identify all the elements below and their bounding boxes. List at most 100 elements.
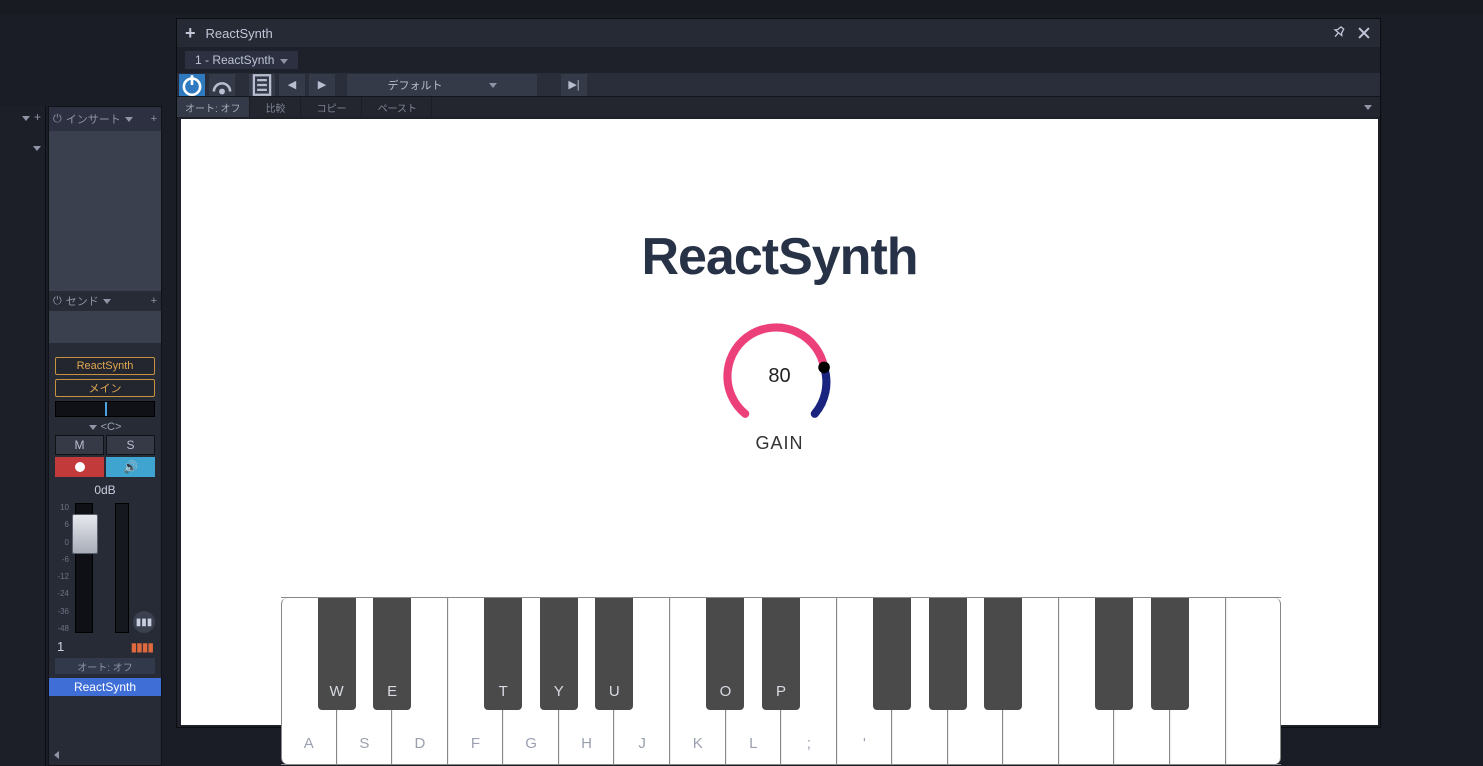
plugin-slot[interactable]: ReactSynth — [55, 357, 155, 375]
output-slot[interactable]: メイン — [55, 379, 155, 397]
close-icon[interactable] — [1356, 25, 1372, 41]
chevron-down-icon[interactable] — [280, 53, 288, 67]
solo-button[interactable]: S — [106, 435, 155, 455]
add-insert-icon[interactable]: + — [151, 113, 157, 125]
chevron-down-icon[interactable] — [1364, 102, 1372, 113]
black-key[interactable] — [929, 598, 967, 710]
insert-label: インサート — [66, 111, 121, 127]
record-arm-button[interactable] — [55, 457, 104, 477]
pan-value: <C> — [101, 421, 122, 433]
plugin-content: ReactSynth 80 GAIN ASDFGHJKL;' WETYUOP — [181, 119, 1378, 725]
monitor-button[interactable]: 🔊 — [106, 457, 155, 477]
compare-button[interactable]: 比較 — [252, 97, 301, 117]
send-header: ⏻ センド + — [49, 291, 161, 311]
chevron-down-icon[interactable] — [22, 110, 30, 124]
white-key[interactable] — [1226, 598, 1282, 764]
automation-mode[interactable]: オート: オフ — [55, 658, 155, 674]
white-key-label: H — [560, 735, 614, 752]
db-readout: 0dB — [49, 483, 161, 497]
track-number: 1 — [57, 639, 64, 654]
prev-preset-button[interactable]: ◀ — [279, 74, 305, 96]
preset-list-button[interactable] — [249, 74, 275, 96]
white-key-label: ; — [782, 735, 836, 752]
pin-icon[interactable] — [1332, 25, 1346, 42]
preset-name: デフォルト — [388, 77, 443, 93]
plugin-window: + ReactSynth 1 - ReactSynth ◀ ▶ デフォルト ▶|… — [176, 18, 1381, 728]
meter-mode-icon[interactable]: ▮▮▮ — [133, 611, 155, 633]
left-rail: + — [0, 106, 46, 766]
send-label: センド — [66, 293, 99, 309]
fader-track[interactable] — [75, 503, 93, 633]
chevron-down-icon[interactable] — [89, 421, 97, 433]
insert-slots[interactable] — [49, 131, 161, 291]
next-preset-button[interactable]: ▶ — [309, 74, 335, 96]
fader-cap[interactable] — [72, 514, 98, 554]
ab-button[interactable] — [209, 74, 235, 96]
black-key[interactable]: P — [762, 598, 800, 710]
chevron-down-icon[interactable] — [125, 113, 133, 125]
speaker-icon: 🔊 — [123, 460, 138, 474]
plugin-title: ReactSynth — [206, 26, 273, 41]
black-key[interactable]: U — [595, 598, 633, 710]
white-key-label: J — [615, 735, 669, 752]
white-key-label: ' — [838, 735, 892, 752]
power-button[interactable] — [179, 74, 205, 96]
white-key-label: K — [671, 735, 725, 752]
power-icon[interactable]: ⏻ — [53, 295, 62, 308]
white-key-label: A — [282, 735, 336, 752]
black-key-label: P — [762, 683, 800, 700]
fader-scale: 1060-6-12-24-36-48 — [55, 503, 69, 633]
insert-header: ⏻ インサート + — [49, 107, 161, 131]
black-key-label: E — [373, 683, 411, 700]
collapse-chevron-icon[interactable] — [54, 748, 59, 762]
black-key[interactable]: O — [706, 598, 744, 710]
timeline-strip — [0, 0, 1483, 14]
add-send-icon[interactable]: + — [151, 295, 157, 307]
black-key[interactable]: E — [373, 598, 411, 710]
chevron-down-icon[interactable] — [103, 295, 111, 307]
white-key-label: L — [727, 735, 781, 752]
white-key-label: S — [338, 735, 392, 752]
black-key[interactable]: T — [484, 598, 522, 710]
black-key[interactable] — [984, 598, 1022, 710]
fader-area: 1060-6-12-24-36-48 ▮▮▮ — [55, 503, 155, 633]
black-key[interactable] — [1095, 598, 1133, 710]
black-key[interactable] — [1151, 598, 1189, 710]
plugin-titlebar[interactable]: + ReactSynth — [177, 19, 1380, 47]
white-key-label: G — [504, 735, 558, 752]
black-key-label: W — [318, 683, 356, 700]
mute-button[interactable]: M — [55, 435, 104, 455]
send-slots[interactable] — [49, 311, 161, 343]
white-key-label: F — [449, 735, 503, 752]
power-icon[interactable]: ⏻ — [53, 113, 62, 126]
black-key[interactable]: Y — [540, 598, 578, 710]
gain-knob[interactable]: 80 — [722, 321, 838, 427]
black-key-label: Y — [540, 683, 578, 700]
add-icon[interactable]: + — [34, 110, 41, 124]
black-key[interactable] — [873, 598, 911, 710]
preset-selector[interactable]: デフォルト — [347, 74, 537, 96]
skip-button[interactable]: ▶| — [561, 74, 587, 96]
record-icon — [75, 462, 85, 472]
paste-button[interactable]: ペースト — [364, 97, 433, 117]
chevron-down-icon — [489, 79, 497, 91]
plugin-tabbar: 1 - ReactSynth — [177, 47, 1380, 73]
add-plugin-icon[interactable]: + — [185, 23, 196, 44]
pan-label-row: <C> — [49, 421, 161, 433]
synth-title: ReactSynth — [181, 227, 1378, 287]
plugin-tab[interactable]: 1 - ReactSynth — [185, 51, 298, 69]
tab-label: 1 - ReactSynth — [195, 53, 274, 67]
copy-button[interactable]: コピー — [303, 97, 362, 117]
white-key-label: D — [393, 735, 447, 752]
channel-strip: ⏻ インサート + ⏻ センド + ReactSynth メイン <C> M S… — [48, 106, 162, 766]
level-meter — [115, 503, 129, 633]
keyboard: ASDFGHJKL;' WE T YU O P — [281, 597, 1281, 765]
chevron-down-icon[interactable] — [33, 140, 41, 154]
track-name[interactable]: ReactSynth — [49, 678, 161, 696]
gain-value: 80 — [722, 365, 838, 388]
auto-mode[interactable]: オート: オフ — [177, 97, 250, 117]
pan-control[interactable] — [55, 401, 155, 417]
black-key[interactable]: W — [318, 598, 356, 710]
black-key-label: U — [595, 683, 633, 700]
midi-icon[interactable]: ▮▮▮▮ — [131, 640, 153, 654]
